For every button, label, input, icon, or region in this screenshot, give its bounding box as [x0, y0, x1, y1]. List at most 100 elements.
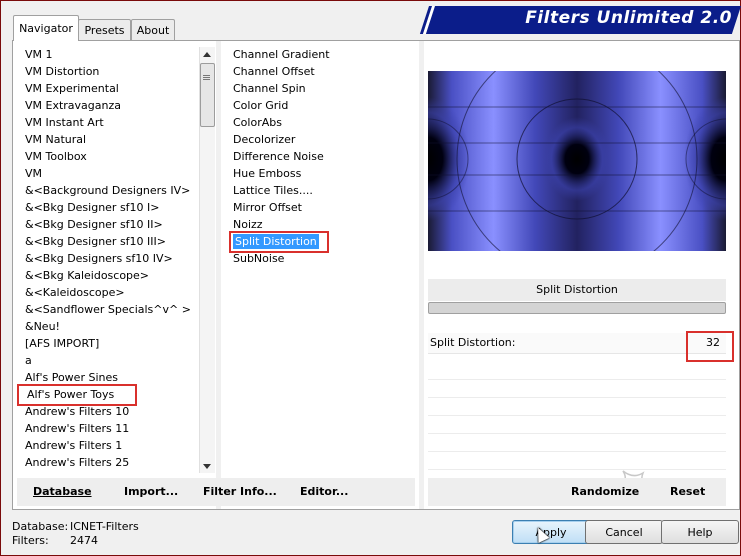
category-item-label: &<Bkg Kaleidoscope>: [25, 269, 150, 282]
category-item[interactable]: &<Bkg Designer sf10 I>: [25, 199, 205, 216]
category-item-label: &Neu!: [25, 320, 60, 333]
filters-status-label: Filters:: [12, 534, 49, 547]
filter-item[interactable]: Lattice Tiles....: [233, 182, 423, 199]
category-item[interactable]: VM Natural: [25, 131, 205, 148]
category-item[interactable]: &<Bkg Designer sf10 II>: [25, 216, 205, 233]
filter-item[interactable]: Decolorizer: [233, 131, 423, 148]
filter-item[interactable]: Channel Spin: [233, 80, 423, 97]
cancel-button[interactable]: Cancel: [585, 520, 663, 544]
filter-item-label: SubNoise: [233, 252, 285, 265]
filter-item[interactable]: Color Grid: [233, 97, 423, 114]
parameter-row-empty: [428, 398, 726, 416]
column-divider: [216, 41, 221, 509]
category-item[interactable]: &<Kaleidoscope>: [25, 284, 205, 301]
parameter-row-empty: [428, 416, 726, 434]
category-item-label: VM Natural: [25, 133, 87, 146]
filter-item[interactable]: Channel Offset: [233, 63, 423, 80]
category-item-label: VM: [25, 167, 43, 180]
filter-name-header: Split Distortion: [428, 279, 726, 301]
category-item[interactable]: VM: [25, 165, 205, 182]
category-item[interactable]: VM Extravaganza: [25, 97, 205, 114]
category-item[interactable]: &Neu!: [25, 318, 205, 335]
scroll-thumb[interactable]: [200, 63, 215, 127]
value-highlight-box: [686, 331, 734, 362]
scroll-grip-icon: [203, 75, 210, 76]
category-item[interactable]: &<Bkg Designers sf10 IV>: [25, 250, 205, 267]
filter-item[interactable]: Difference Noise: [233, 148, 423, 165]
reset-button[interactable]: Reset: [670, 485, 705, 498]
filter-item-label: Channel Gradient: [233, 48, 330, 61]
scroll-up-arrow-icon[interactable]: [203, 52, 211, 57]
filter-item-label: Channel Spin: [233, 82, 306, 95]
category-item[interactable]: VM Instant Art: [25, 114, 205, 131]
category-scrollbar[interactable]: [199, 47, 215, 473]
category-item-label: VM Instant Art: [25, 116, 104, 129]
database-status: Database: ICNET-Filters: [12, 520, 139, 533]
category-list[interactable]: VM 1 VM Distortion VM Experimental VM Extra…: [25, 46, 205, 471]
filter-item-label: Hue Emboss: [233, 167, 302, 180]
category-item[interactable]: Andrew's Filters 11: [25, 420, 205, 437]
category-item[interactable]: [AFS IMPORT]: [25, 335, 205, 352]
filter-item[interactable]: Channel Gradient: [233, 46, 423, 63]
category-item[interactable]: Andrew's Filters 1: [25, 437, 205, 454]
category-item[interactable]: a: [25, 352, 205, 369]
filter-info-button[interactable]: Filter Info...: [203, 485, 277, 498]
scroll-down-arrow-icon[interactable]: [203, 464, 211, 469]
navigator-panel: VM 1 VM Distortion VM Experimental VM Extra…: [12, 40, 740, 510]
category-item-label: &<Background Designers IV>: [25, 184, 191, 197]
filter-item-label: Color Grid: [233, 99, 289, 112]
category-item-label: &<Bkg Designer sf10 I>: [25, 201, 160, 214]
category-item-label: [AFS IMPORT]: [25, 337, 100, 350]
column-divider: [419, 41, 424, 509]
preview-image: [428, 71, 726, 251]
help-button[interactable]: Help: [661, 520, 739, 544]
tab-presets[interactable]: Presets: [78, 19, 131, 40]
category-item[interactable]: VM 1: [25, 46, 205, 63]
category-item-label: Alf's Power Sines: [25, 371, 118, 384]
randomize-button[interactable]: Randomize: [571, 485, 639, 498]
apply-button[interactable]: Apply: [512, 520, 590, 544]
category-item-label: &<Kaleidoscope>: [25, 286, 125, 299]
category-item[interactable]: &<Sandflower Specials^v^ >: [25, 301, 205, 318]
filter-item[interactable]: Hue Emboss: [233, 165, 423, 182]
category-item-label: &<Sandflower Specials^v^ >: [25, 303, 191, 316]
filter-item-label: Mirror Offset: [233, 201, 302, 214]
category-item[interactable]: &<Bkg Designer sf10 III>: [25, 233, 205, 250]
category-item-label: &<Bkg Designer sf10 II>: [25, 218, 163, 231]
category-item-label: VM 1: [25, 48, 53, 61]
editor-button[interactable]: Editor...: [300, 485, 348, 498]
database-status-label: Database:: [12, 520, 69, 533]
parameter-row-empty: [428, 434, 726, 452]
import-button[interactable]: Import...: [124, 485, 178, 498]
category-item-label: &<Bkg Designers sf10 IV>: [25, 252, 173, 265]
parameter-row: Split Distortion: 32: [428, 333, 726, 354]
filters-status-value: 2474: [70, 534, 98, 547]
category-item[interactable]: &<Background Designers IV>: [25, 182, 205, 199]
tab-navigator[interactable]: Navigator: [13, 15, 79, 41]
category-item[interactable]: VM Distortion: [25, 63, 205, 80]
tab-about[interactable]: About: [131, 19, 175, 40]
category-item[interactable]: &<Bkg Kaleidoscope>: [25, 267, 205, 284]
category-item-label: VM Toolbox: [25, 150, 87, 163]
category-item-label: Andrew's Filters 1: [25, 439, 123, 452]
filter-preview: [428, 71, 726, 251]
filter-item-label: Decolorizer: [233, 133, 296, 146]
category-item[interactable]: Andrew's Filters 25: [25, 454, 205, 471]
category-item-label: VM Experimental: [25, 82, 119, 95]
category-item-label: Andrew's Filters 10: [25, 405, 130, 418]
database-button[interactable]: Database: [33, 485, 92, 498]
category-item-label: Andrew's Filters 25: [25, 456, 130, 469]
category-item-label: VM Extravaganza: [25, 99, 122, 112]
category-item-label: Andrew's Filters 11: [25, 422, 130, 435]
category-item-label: VM Distortion: [25, 65, 100, 78]
database-status-value: ICNET-Filters: [70, 520, 139, 533]
filter-item-label: Lattice Tiles....: [233, 184, 313, 197]
category-item-label: &<Bkg Designer sf10 III>: [25, 235, 167, 248]
progress-bar: [428, 302, 726, 314]
filter-item[interactable]: Mirror Offset: [233, 199, 423, 216]
parameter-row-empty: [428, 380, 726, 398]
filter-item[interactable]: ColorAbs: [233, 114, 423, 131]
category-item[interactable]: VM Experimental: [25, 80, 205, 97]
parameter-label: Split Distortion:: [430, 336, 516, 349]
category-item[interactable]: VM Toolbox: [25, 148, 205, 165]
